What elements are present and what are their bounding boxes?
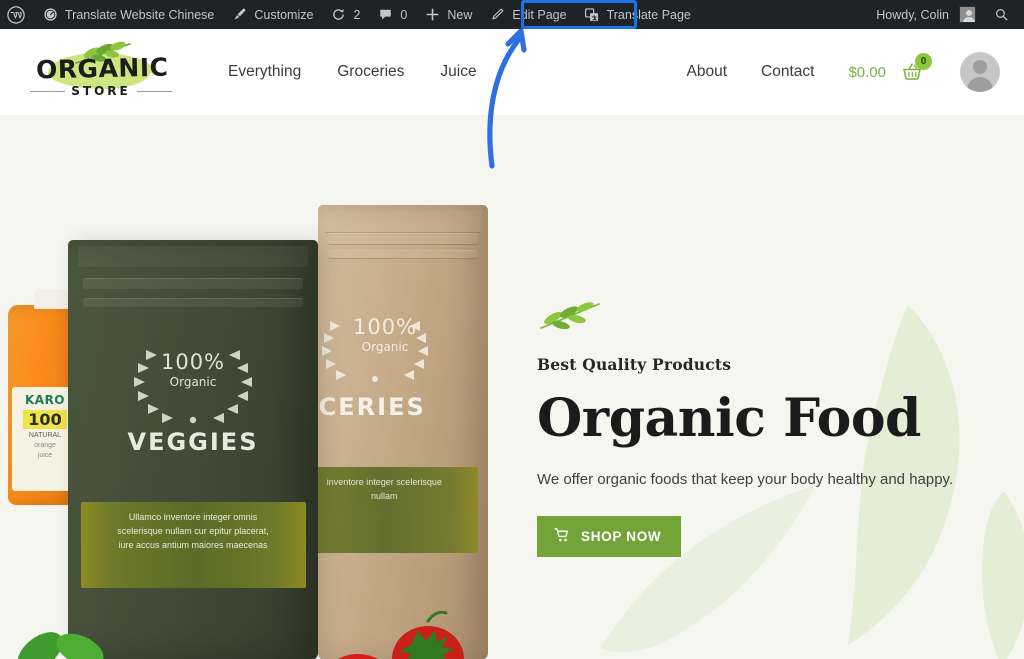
admin-bar-item-edit-page[interactable]: Edit Page xyxy=(480,0,574,29)
basil-leaves xyxy=(17,632,104,659)
secondary-navigation: About Contact $0.00 0 xyxy=(687,52,1024,92)
shop-now-label: SHOP NOW xyxy=(581,528,662,544)
admin-bar-item-updates[interactable]: 2 xyxy=(321,0,368,29)
admin-bar-item-new[interactable]: New xyxy=(415,0,480,29)
bottle-big-number: 100 xyxy=(23,410,67,429)
logo-rule-right xyxy=(136,90,172,92)
hero-product-image: KARO 100 NATURAL orange juice 100% Organ… xyxy=(0,115,520,659)
user-avatar-icon xyxy=(959,6,976,23)
bottle-line-1: NATURAL xyxy=(28,432,62,439)
shopping-basket-icon xyxy=(900,63,926,89)
hero-title: Organic Food xyxy=(537,388,921,449)
cart-count-badge: 0 xyxy=(915,53,932,70)
tomatoes xyxy=(337,610,464,659)
page-root: Translate Website Chinese Customize 2 0 xyxy=(0,0,1024,659)
nav-item-about[interactable]: About xyxy=(687,63,728,81)
pouch-front-name: VEGGIES xyxy=(127,428,259,456)
account-avatar[interactable] xyxy=(960,52,1000,92)
cart-widget[interactable]: $0.00 0 xyxy=(848,53,932,85)
plus-icon xyxy=(423,6,441,24)
laurel-wreath-icon xyxy=(322,321,428,382)
admin-bar-customize-label: Customize xyxy=(254,7,314,22)
bottle-line-2: orange xyxy=(34,442,56,449)
wp-admin-bar: Translate Website Chinese Customize 2 0 xyxy=(0,0,1024,29)
dashboard-gauge-icon xyxy=(41,6,59,24)
updates-icon xyxy=(329,6,347,24)
paintbrush-icon xyxy=(230,6,248,24)
site-header: ORGANIC STORE Everything Groceries Juice… xyxy=(0,29,1024,115)
translate-icon xyxy=(583,6,601,24)
pouch-front-organic-badge: 100% Organic xyxy=(68,350,318,424)
admin-bar-search-button[interactable] xyxy=(984,0,1018,29)
pouch-back-organic-badge: 100% Organic xyxy=(300,315,470,382)
shopping-cart-icon xyxy=(554,527,570,546)
admin-bar-translate-page-label: Translate Page xyxy=(606,7,691,22)
admin-bar-edit-page-label: Edit Page xyxy=(512,7,567,22)
nav-item-contact[interactable]: Contact xyxy=(761,63,814,81)
search-icon xyxy=(992,6,1010,24)
product-pouch-front: 100% Organic VEGGIES Ullamco inventore i… xyxy=(68,240,318,659)
logo-wordmark: ORGANIC xyxy=(35,52,169,85)
wordpress-logo-button[interactable] xyxy=(0,0,33,29)
admin-bar-right-group: Howdy, Colin xyxy=(868,0,1024,29)
pouch-front-strip: Ullamco inventore integer omnis sceleris… xyxy=(80,502,306,588)
logo-subtitle: STORE xyxy=(71,84,131,98)
bottle-brand: KARO xyxy=(24,393,66,407)
shop-now-button[interactable]: SHOP NOW xyxy=(537,515,682,557)
pouch-back-zip-2 xyxy=(328,250,478,259)
admin-bar-item-translate-page[interactable]: Translate Page xyxy=(575,0,699,29)
cart-total: $0.00 xyxy=(848,63,886,81)
laurel-wreath-icon xyxy=(134,350,252,424)
admin-bar-site-label: Translate Website Chinese xyxy=(65,7,215,22)
hero-section: KARO 100 NATURAL orange juice 100% Organ… xyxy=(0,115,1024,659)
pouch-front-zip-1 xyxy=(83,278,303,290)
wordpress-logo-icon xyxy=(7,5,25,24)
primary-navigation: Everything Groceries Juice xyxy=(228,63,477,81)
pouch-back-strip: inventore integer scelerisque nullam xyxy=(290,467,478,553)
hero-description: We offer organic foods that keep your bo… xyxy=(537,470,954,488)
admin-bar-item-site-name[interactable]: Translate Website Chinese xyxy=(33,0,222,29)
nav-item-groceries[interactable]: Groceries xyxy=(337,63,404,81)
howdy-label: Howdy, Colin xyxy=(876,7,949,22)
admin-bar-comments-count: 0 xyxy=(400,7,408,22)
pouch-front-seal xyxy=(78,246,308,268)
admin-bar-my-account[interactable]: Howdy, Colin xyxy=(868,0,984,29)
pencil-icon xyxy=(488,6,506,24)
logo-rule-left xyxy=(30,90,66,92)
admin-bar-updates-count: 2 xyxy=(353,7,361,22)
bottle-cap xyxy=(34,289,70,309)
logo-subtitle-row: STORE xyxy=(30,84,172,98)
pouch-back-zip-1 xyxy=(328,233,478,245)
admin-bar-left-group: Translate Website Chinese Customize 2 0 xyxy=(0,0,699,29)
pouch-back-seal xyxy=(324,211,482,233)
leaf-sprig-icon xyxy=(537,300,977,337)
nav-item-everything[interactable]: Everything xyxy=(228,63,301,81)
comment-bubble-icon xyxy=(376,6,394,24)
pouch-front-zip-2 xyxy=(83,298,303,308)
admin-bar-item-customize[interactable]: Customize xyxy=(222,0,321,29)
hero-eyebrow: Best Quality Products xyxy=(537,355,732,374)
cart-button[interactable]: 0 xyxy=(900,53,932,85)
product-pouch-back: 100% Organic OCERIES inventore integer s… xyxy=(290,205,488,659)
site-logo[interactable]: ORGANIC STORE xyxy=(30,41,172,103)
nav-item-juice[interactable]: Juice xyxy=(440,63,476,81)
hero-copy: Best Quality Products Organic Food We of… xyxy=(537,300,977,557)
admin-bar-item-comments[interactable]: 0 xyxy=(368,0,415,29)
bottle-line-3: juice xyxy=(37,452,53,459)
admin-bar-new-label: New xyxy=(447,7,473,22)
